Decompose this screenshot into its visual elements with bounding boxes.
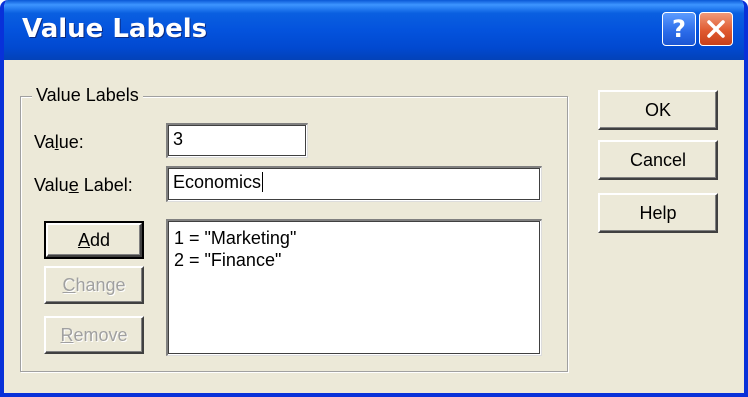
- value-input[interactable]: 3: [166, 123, 308, 158]
- button-label: emove: [73, 324, 128, 345]
- help-glyph: ?: [672, 15, 686, 43]
- value-input-text: 3: [173, 129, 184, 149]
- label-part: ue:: [58, 132, 84, 152]
- remove-button[interactable]: Remove: [44, 316, 144, 354]
- ok-button[interactable]: OK: [598, 90, 718, 130]
- text-caret: [262, 172, 264, 192]
- label-mnemonic: e: [68, 175, 79, 195]
- cancel-button[interactable]: Cancel: [598, 140, 718, 180]
- value-labels-list[interactable]: 1 = "Marketing" 2 = "Finance": [166, 219, 542, 356]
- list-item[interactable]: 2 = "Finance": [174, 249, 535, 271]
- button-label: dd: [89, 229, 111, 250]
- value-label-field-label: Value Label:: [34, 175, 133, 196]
- window-title: Value Labels: [22, 14, 208, 44]
- value-field-label: Value:: [34, 132, 84, 153]
- title-bar[interactable]: Value Labels ?: [4, 0, 744, 60]
- button-mnemonic: A: [77, 229, 90, 250]
- label-part: Va: [34, 132, 55, 152]
- value-label-input[interactable]: Economics: [166, 166, 542, 202]
- button-label: hange: [75, 274, 126, 295]
- close-icon[interactable]: [699, 12, 733, 46]
- button-mnemonic: R: [60, 324, 74, 345]
- close-x-glyph: [707, 20, 725, 38]
- button-mnemonic: C: [62, 274, 76, 295]
- help-icon[interactable]: ?: [662, 12, 696, 46]
- help-button[interactable]: Help: [598, 193, 718, 233]
- change-button[interactable]: Change: [44, 266, 144, 304]
- value-label-input-text: Economics: [173, 172, 262, 192]
- add-button[interactable]: Add: [44, 221, 144, 259]
- list-item[interactable]: 1 = "Marketing": [174, 227, 535, 249]
- label-part: Valu: [34, 175, 69, 195]
- label-part: Label:: [78, 175, 133, 195]
- group-legend: Value Labels: [32, 85, 143, 106]
